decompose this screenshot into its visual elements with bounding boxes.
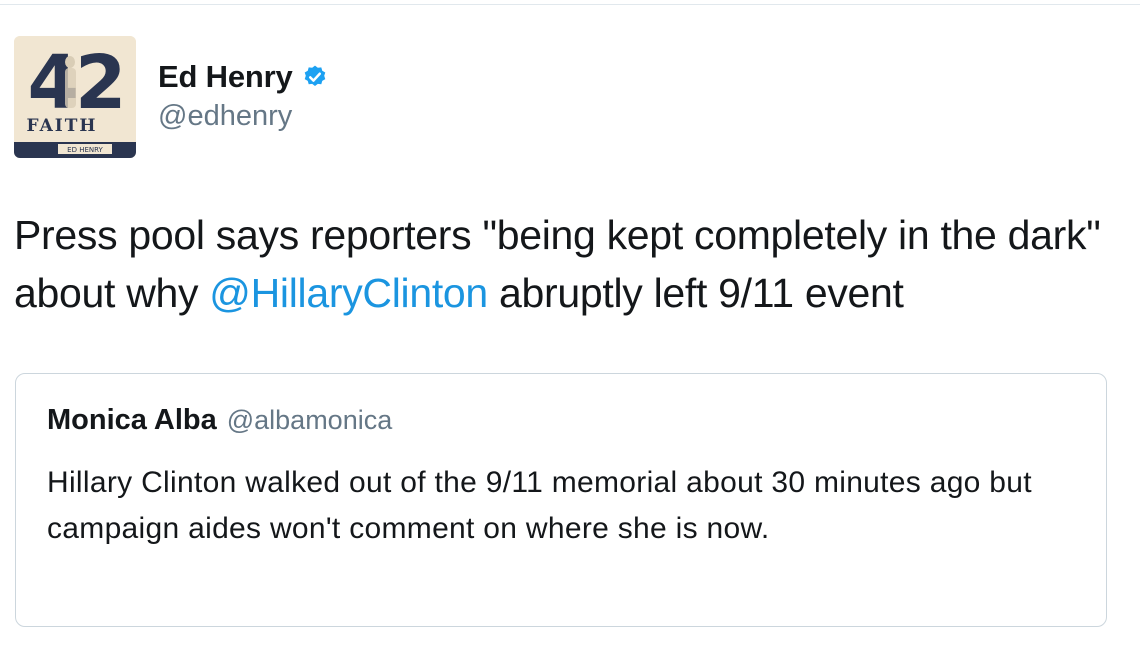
author-handle[interactable]: @edhenry <box>158 100 328 133</box>
quoted-author-handle: @albamonica <box>226 405 393 435</box>
svg-text:FAITH: FAITH <box>27 116 98 136</box>
verified-badge-icon <box>302 64 328 90</box>
mention-link[interactable]: @HillaryClinton <box>209 270 488 316</box>
tweet: 42 FAITH ED HENRY Ed Henry @edhenry Pres… <box>0 0 1140 657</box>
author-avatar[interactable]: 42 FAITH ED HENRY <box>14 36 136 158</box>
tweet-text-after: abruptly left 9/11 event <box>487 270 904 316</box>
book-cover-image: 42 FAITH ED HENRY <box>14 36 136 158</box>
author-name-row: Ed Henry <box>158 58 328 96</box>
author-display-name[interactable]: Ed Henry <box>158 59 293 95</box>
quoted-author-name: Monica Alba <box>47 404 217 436</box>
quoted-tweet-text: Hillary Clinton walked out of the 9/11 m… <box>47 466 1032 545</box>
quoted-tweet-card[interactable]: Monica Alba @albamonica Hillary Clinton … <box>15 373 1107 627</box>
author-info: Ed Henry @edhenry <box>158 58 328 133</box>
quoted-tweet-header: Monica Alba @albamonica <box>47 404 392 437</box>
tweet-text: Press pool says reporters "being kept co… <box>14 206 1114 322</box>
svg-text:ED HENRY: ED HENRY <box>67 146 103 154</box>
